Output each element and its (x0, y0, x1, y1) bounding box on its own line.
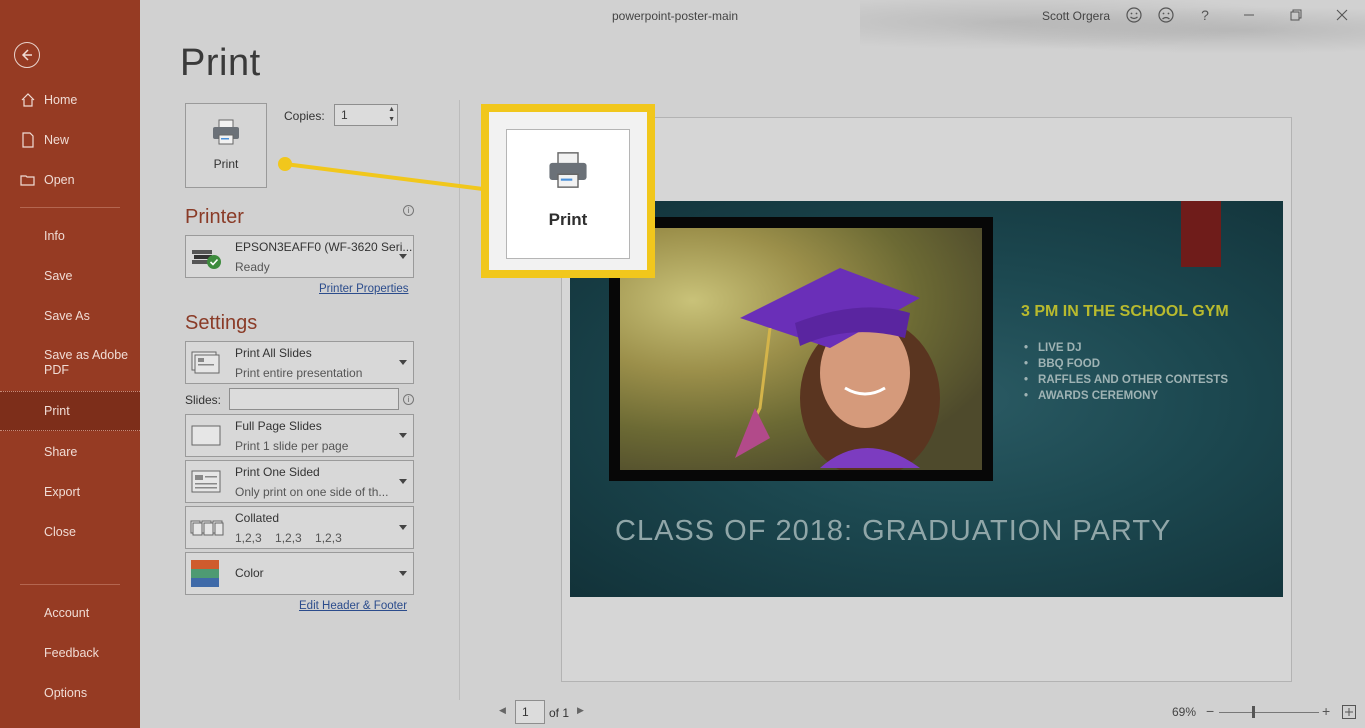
printer-icon (546, 150, 590, 195)
print-button-zoomed[interactable]: Print (506, 129, 630, 259)
callout-connector (278, 157, 484, 191)
zoom-slider[interactable] (1219, 712, 1319, 713)
previous-page-icon[interactable]: ◀ (499, 705, 506, 716)
callout-inner: Print (489, 112, 647, 270)
fit-to-window-icon[interactable] (1341, 704, 1357, 725)
next-page-icon[interactable]: ▶ (577, 705, 584, 716)
page-count-label: of 1 (549, 706, 570, 720)
page-number-input[interactable]: 1 (515, 700, 545, 724)
zoom-in-icon[interactable]: + (1322, 703, 1330, 719)
print-button-label: Print (548, 210, 588, 229)
zoom-slider-thumb[interactable] (1252, 706, 1255, 718)
zoom-out-icon[interactable]: − (1206, 703, 1214, 719)
print-callout-highlight: Print (481, 104, 655, 278)
zoom-level[interactable]: 69% (1172, 705, 1196, 719)
